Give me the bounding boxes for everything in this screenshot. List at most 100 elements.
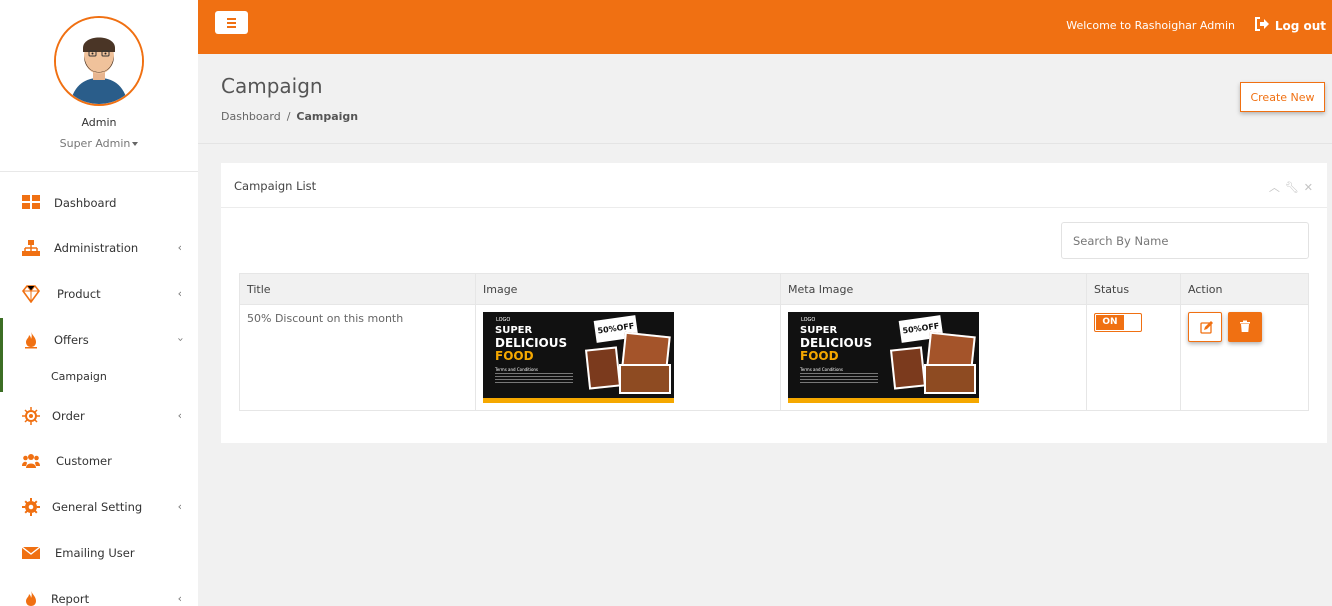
sidebar-item-label: Emailing User bbox=[55, 546, 135, 560]
trash-icon bbox=[1239, 320, 1250, 332]
cell-meta-image: LOGO SUPER DELICIOUS FOOD Terms and Cond… bbox=[780, 304, 1087, 411]
wrench-icon[interactable]: 🔧︎ bbox=[1285, 181, 1299, 194]
breadcrumb-current: Campaign bbox=[296, 110, 359, 123]
sidebar: Admin Super Admin Dashboard Administrati… bbox=[0, 0, 198, 606]
banner-line3: FOOD bbox=[495, 349, 534, 363]
food-photo bbox=[924, 364, 976, 394]
banner-line2: DELICIOUS bbox=[495, 336, 568, 350]
sidebar-item-label: Report bbox=[51, 592, 90, 606]
banner-text-lines bbox=[800, 373, 878, 385]
sidebar-toggle-button[interactable] bbox=[215, 11, 248, 34]
gear-icon bbox=[22, 498, 40, 516]
campaign-image: LOGO SUPER DELICIOUS FOOD Terms and Cond… bbox=[483, 312, 674, 403]
profile-role-label: Super Admin bbox=[59, 137, 131, 150]
sidebar-item-report[interactable]: Report ‹ bbox=[0, 579, 198, 606]
chevron-left-icon: ‹ bbox=[177, 241, 182, 254]
edit-icon bbox=[1200, 321, 1213, 334]
chevron-left-icon: ‹ bbox=[177, 287, 182, 300]
page-title: Campaign bbox=[221, 74, 323, 98]
sidebar-item-general-setting[interactable]: General Setting ‹ bbox=[0, 487, 198, 527]
panel-tools: ︿ 🔧︎ ✕ bbox=[1264, 179, 1313, 195]
avatar[interactable] bbox=[54, 16, 144, 106]
sidebar-item-order[interactable]: Order ‹ bbox=[0, 396, 198, 436]
sidebar-item-offers[interactable]: Offers ‹ bbox=[0, 320, 198, 360]
sidebar-item-label: Product bbox=[57, 287, 101, 301]
sidebar-item-label: Customer bbox=[56, 454, 112, 468]
caret-down-icon bbox=[132, 142, 139, 146]
banner-text-lines bbox=[495, 373, 573, 385]
chevron-left-icon: ‹ bbox=[177, 592, 182, 605]
table-row: 50% Discount on this month LOGO SUPER DE… bbox=[239, 304, 1309, 411]
logout-icon[interactable] bbox=[1254, 16, 1270, 32]
page-header: Campaign Dashboard / Campaign Create New bbox=[198, 54, 1332, 144]
top-navbar: Welcome to Rashoighar Admin Log out bbox=[198, 0, 1332, 54]
food-photo bbox=[889, 346, 927, 390]
campaign-meta-image: LOGO SUPER DELICIOUS FOOD Terms and Cond… bbox=[788, 312, 979, 403]
profile-section: Admin Super Admin bbox=[0, 0, 198, 172]
close-icon[interactable]: ✕ bbox=[1304, 181, 1313, 194]
delete-button[interactable] bbox=[1227, 312, 1262, 342]
sidebar-item-administration[interactable]: Administration ‹ bbox=[0, 228, 198, 268]
food-photo bbox=[619, 364, 671, 394]
banner-stripe bbox=[483, 398, 674, 403]
diamond-icon bbox=[22, 285, 40, 303]
sitemap-icon bbox=[22, 240, 40, 256]
create-new-button[interactable]: Create New bbox=[1240, 82, 1325, 112]
banner-stripe bbox=[788, 398, 979, 403]
campaign-table: Title Image Meta Image Status Action 50%… bbox=[239, 273, 1309, 411]
column-header-meta-image[interactable]: Meta Image bbox=[780, 273, 1087, 305]
sidebar-item-dashboard[interactable]: Dashboard bbox=[0, 183, 198, 223]
user-avatar-icon bbox=[56, 18, 142, 104]
sidebar-item-customer[interactable]: Customer bbox=[0, 441, 198, 481]
chevron-down-icon: ‹ bbox=[173, 337, 187, 342]
collapse-icon[interactable]: ︿ bbox=[1269, 181, 1280, 194]
column-header-action[interactable]: Action bbox=[1180, 273, 1309, 305]
banner-logo-text: LOGO bbox=[801, 317, 816, 323]
fire-icon bbox=[25, 332, 37, 349]
column-header-image[interactable]: Image bbox=[475, 273, 781, 305]
sidebar-item-label: Offers bbox=[54, 333, 89, 347]
banner-line1: SUPER bbox=[800, 325, 838, 336]
sidebar-item-emailing-user[interactable]: Emailing User bbox=[0, 533, 198, 573]
status-toggle-label: ON bbox=[1096, 315, 1124, 330]
sidebar-item-label: General Setting bbox=[52, 500, 143, 514]
profile-role-dropdown[interactable]: Super Admin bbox=[0, 137, 198, 150]
cell-image: LOGO SUPER DELICIOUS FOOD Terms and Cond… bbox=[475, 304, 781, 411]
status-toggle[interactable]: ON bbox=[1094, 313, 1142, 332]
panel-header: Campaign List ︿ 🔧︎ ✕ bbox=[221, 163, 1327, 208]
welcome-text: Welcome to Rashoighar Admin bbox=[1066, 19, 1235, 32]
column-header-status[interactable]: Status bbox=[1086, 273, 1181, 305]
column-header-title[interactable]: Title bbox=[239, 273, 476, 305]
envelope-icon bbox=[22, 546, 40, 559]
banner-line2: DELICIOUS bbox=[800, 336, 873, 350]
sidebar-item-label: Order bbox=[52, 409, 85, 423]
gear-sun-icon bbox=[22, 407, 40, 425]
users-icon bbox=[22, 454, 40, 468]
banner-terms: Terms and Conditions bbox=[495, 367, 539, 372]
banner-line3: FOOD bbox=[800, 349, 839, 363]
hamburger-icon bbox=[227, 18, 236, 30]
sidebar-item-product[interactable]: Product ‹ bbox=[0, 274, 198, 314]
breadcrumb-dashboard-link[interactable]: Dashboard bbox=[221, 110, 281, 123]
sidebar-subitem-campaign[interactable]: Campaign bbox=[51, 370, 107, 383]
sidebar-item-label: Dashboard bbox=[54, 196, 117, 210]
panel-title: Campaign List bbox=[234, 179, 317, 193]
banner-logo-text: LOGO bbox=[496, 317, 511, 323]
chevron-left-icon: ‹ bbox=[177, 409, 182, 422]
fire-icon bbox=[26, 591, 36, 606]
sidebar-item-label: Administration bbox=[54, 241, 139, 255]
campaign-list-panel: Campaign List ︿ 🔧︎ ✕ Title Image Meta Imag… bbox=[221, 163, 1327, 443]
banner-terms: Terms and Conditions bbox=[800, 367, 844, 372]
chevron-left-icon: ‹ bbox=[177, 500, 182, 513]
cell-status: ON bbox=[1086, 304, 1181, 411]
edit-button[interactable] bbox=[1188, 312, 1222, 342]
cell-title: 50% Discount on this month bbox=[239, 304, 476, 411]
table-header-row: Title Image Meta Image Status Action bbox=[239, 273, 1309, 305]
food-photo bbox=[584, 346, 622, 390]
dashboard-grid-icon bbox=[22, 195, 40, 209]
search-input[interactable] bbox=[1061, 222, 1309, 259]
banner-line1: SUPER bbox=[495, 325, 533, 336]
profile-name: Admin bbox=[81, 116, 117, 129]
logout-link[interactable]: Log out bbox=[1275, 19, 1326, 33]
breadcrumb: Dashboard / Campaign bbox=[221, 110, 358, 123]
